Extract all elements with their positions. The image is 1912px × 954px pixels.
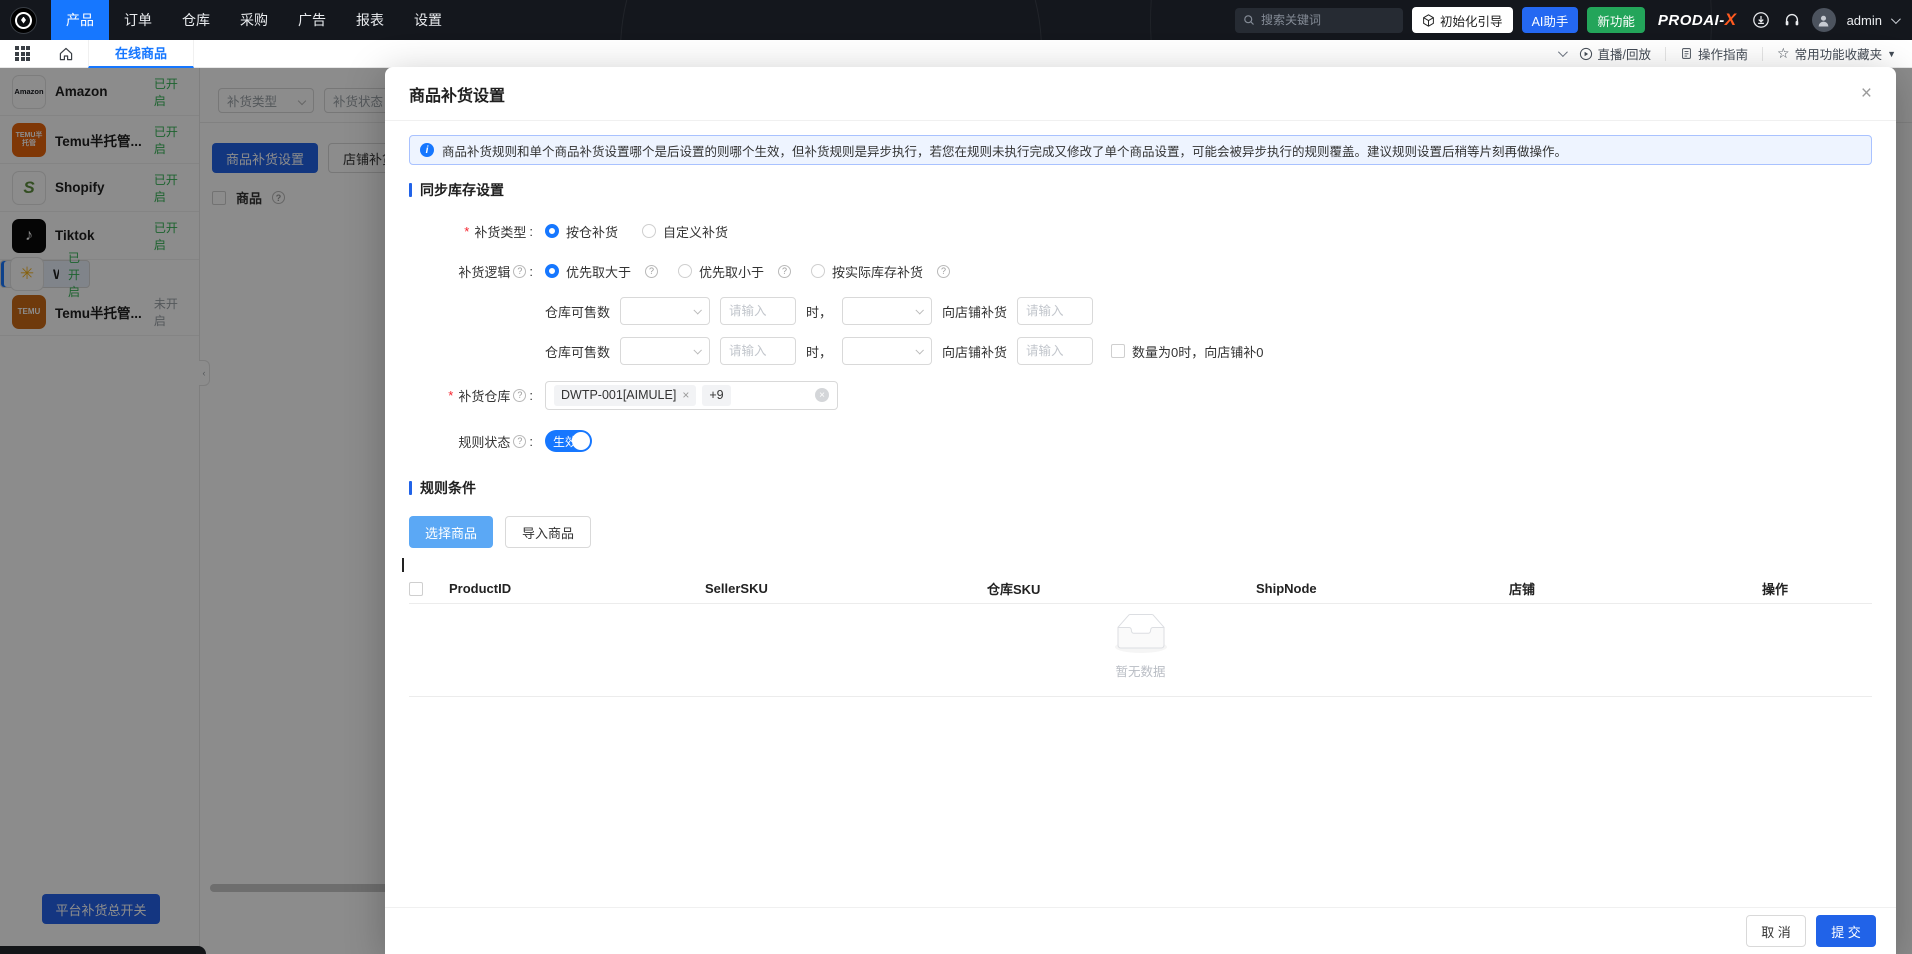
menu-item-orders[interactable]: 订单 xyxy=(109,0,167,40)
replenish-mode-select-2[interactable] xyxy=(842,337,933,365)
new-feature-button[interactable]: 新功能 xyxy=(1587,7,1645,33)
empty-box-icon xyxy=(1114,614,1167,653)
replenish-type-row: * 补货类型: 按仓补货 自定义补货 xyxy=(464,222,729,241)
page-tabbar: 在线商品 直播/回放 操作指南 ☆ 常用功能收藏夹 ▼ xyxy=(0,39,1912,68)
zero-qty-checkbox[interactable]: 数量为0时，向店铺补0 xyxy=(1111,342,1264,361)
play-circle-icon xyxy=(1579,47,1592,60)
menu-item-purchasing[interactable]: 采购 xyxy=(225,0,283,40)
menu-item-ads[interactable]: 广告 xyxy=(283,0,341,40)
col-store: 店铺 xyxy=(1509,582,1536,597)
search-box[interactable] xyxy=(1235,7,1404,33)
tabbar-right-tools: 直播/回放 操作指南 ☆ 常用功能收藏夹 ▼ xyxy=(1557,44,1912,63)
col-shipnode: ShipNode xyxy=(1256,581,1317,596)
modal-title: 商品补货设置 xyxy=(409,87,506,105)
operation-guide-link[interactable]: 操作指南 xyxy=(1680,44,1748,63)
qty-operator-select-2[interactable] xyxy=(620,337,711,365)
text-cursor-artifact xyxy=(402,558,404,572)
ai-assistant-button[interactable]: AI助手 xyxy=(1521,7,1579,33)
tag-close-icon[interactable]: × xyxy=(682,388,689,402)
rule-status-row: 规则状态?: 生效 xyxy=(409,426,1872,456)
info-icon: i xyxy=(420,143,434,157)
search-input[interactable] xyxy=(1261,13,1382,27)
qty-value-input-2[interactable] xyxy=(720,337,797,365)
close-icon[interactable]: × xyxy=(1861,84,1872,103)
screen: 产品 订单 仓库 采购 广告 报表 设置 初始化引导 AI助手 新功能 xyxy=(0,0,1912,954)
qty-value-input-1[interactable] xyxy=(720,297,797,325)
menu-item-reports[interactable]: 报表 xyxy=(341,0,399,40)
headset-icon[interactable] xyxy=(1781,9,1803,31)
radio-actual-stock[interactable]: 按实际库存补货 xyxy=(811,262,923,281)
caret-down-icon: ▼ xyxy=(1887,48,1896,59)
submit-button[interactable]: 提 交 xyxy=(1816,915,1876,947)
import-product-button[interactable]: 导入商品 xyxy=(505,516,592,548)
section-rule-conditions: 规则条件 xyxy=(409,478,1872,498)
help-icon[interactable]: ? xyxy=(937,264,951,278)
init-guide-button[interactable]: 初始化引导 xyxy=(1412,7,1513,33)
info-alert: i 商品补货规则和单个商品补货设置哪个是后设置的则哪个生效，但补货规则是异步执行… xyxy=(409,135,1872,165)
replenish-warehouse-row: * 补货仓库?: DWTP-001[AIMULE] × +9 × xyxy=(409,380,1872,410)
sellable-qty-rule-row-1: 仓库可售数 时， 向店铺补货 xyxy=(409,296,1872,326)
help-icon[interactable]: ? xyxy=(513,264,527,278)
star-icon: ☆ xyxy=(1777,45,1790,61)
brand-wordmark: PRODAI-X xyxy=(1657,10,1737,29)
replenish-logic-row: 补货逻辑?: 优先取大于 ? 优先取小于 ? 按实际库存补货 ? xyxy=(409,256,1872,286)
sellable-qty-rule-row-2: 仓库可售数 时， 向店铺补货 数量为0时，向店铺补0 xyxy=(409,336,1872,366)
navbar-right: 初始化引导 AI助手 新功能 PRODAI-X admin xyxy=(1235,7,1912,33)
top-navbar: 产品 订单 仓库 采购 广告 报表 设置 初始化引导 AI助手 新功能 xyxy=(0,0,1912,40)
clear-icon[interactable]: × xyxy=(815,388,829,402)
menu-item-products[interactable]: 产品 xyxy=(51,0,109,40)
modal-footer: 取 消 提 交 xyxy=(385,907,1896,954)
radio-prefer-smaller[interactable]: 优先取小于 xyxy=(678,262,764,281)
radio-custom[interactable]: 自定义补货 xyxy=(642,222,728,241)
products-table-header: ProductID SellerSKU 仓库SKU ShipNode 店铺 操作 xyxy=(409,574,1872,604)
help-icon[interactable]: ? xyxy=(513,388,527,402)
radio-by-warehouse[interactable]: 按仓补货 xyxy=(545,222,618,241)
menu-item-settings[interactable]: 设置 xyxy=(399,0,457,40)
home-icon[interactable] xyxy=(58,46,74,62)
col-actions: 操作 xyxy=(1762,582,1789,597)
col-sellersku: SellerSKU xyxy=(705,581,768,596)
select-product-button[interactable]: 选择商品 xyxy=(409,516,494,548)
col-productid: ProductID xyxy=(449,581,512,596)
collapse-chevron-icon[interactable] xyxy=(1557,47,1568,58)
username-label[interactable]: admin xyxy=(1847,13,1882,28)
menu-item-warehouse[interactable]: 仓库 xyxy=(167,0,225,40)
radio-prefer-greater[interactable]: 优先取大于 xyxy=(545,262,631,281)
rule-status-toggle[interactable]: 生效 xyxy=(545,430,592,452)
help-icon[interactable]: ? xyxy=(778,264,792,278)
store-qty-input-2[interactable] xyxy=(1017,337,1094,365)
col-warehouse-sku: 仓库SKU xyxy=(987,582,1041,597)
chevron-down-icon[interactable] xyxy=(1890,13,1901,24)
help-icon[interactable]: ? xyxy=(513,434,527,448)
empty-state: 暂无数据 xyxy=(409,604,1872,697)
document-icon xyxy=(1682,48,1691,59)
cancel-button[interactable]: 取 消 xyxy=(1746,915,1806,947)
main-menu: 产品 订单 仓库 采购 广告 报表 设置 xyxy=(51,0,457,40)
cube-icon xyxy=(1422,13,1435,27)
tab-online-products[interactable]: 在线商品 xyxy=(88,39,195,68)
brand-logo-icon[interactable] xyxy=(10,6,37,34)
search-icon xyxy=(1243,14,1255,26)
qty-operator-select-1[interactable] xyxy=(620,297,711,325)
apps-grid-icon[interactable] xyxy=(15,46,30,61)
store-qty-input-1[interactable] xyxy=(1017,297,1094,325)
alert-text: 商品补货规则和单个商品补货设置哪个是后设置的则哪个生效，但补货规则是异步执行，若… xyxy=(442,144,1568,159)
favorites-menu[interactable]: ☆ 常用功能收藏夹 ▼ xyxy=(1777,44,1896,63)
download-icon[interactable] xyxy=(1750,9,1772,31)
warehouse-tag: DWTP-001[AIMULE] × xyxy=(554,384,697,406)
replenish-settings-modal: 商品补货设置 × i 商品补货规则和单个商品补货设置哪个是后设置的则哪个生效，但… xyxy=(385,67,1896,954)
warehouse-more-tag: +9 xyxy=(702,384,731,406)
section-sync-inventory: 同步库存设置 xyxy=(409,180,1872,200)
user-avatar[interactable] xyxy=(1811,8,1836,32)
warehouse-multiselect[interactable]: DWTP-001[AIMULE] × +9 × xyxy=(545,380,838,410)
help-icon[interactable]: ? xyxy=(645,264,659,278)
select-all-checkbox[interactable] xyxy=(409,581,423,596)
live-replay-link[interactable]: 直播/回放 xyxy=(1579,44,1651,63)
replenish-mode-select-1[interactable] xyxy=(842,297,933,325)
